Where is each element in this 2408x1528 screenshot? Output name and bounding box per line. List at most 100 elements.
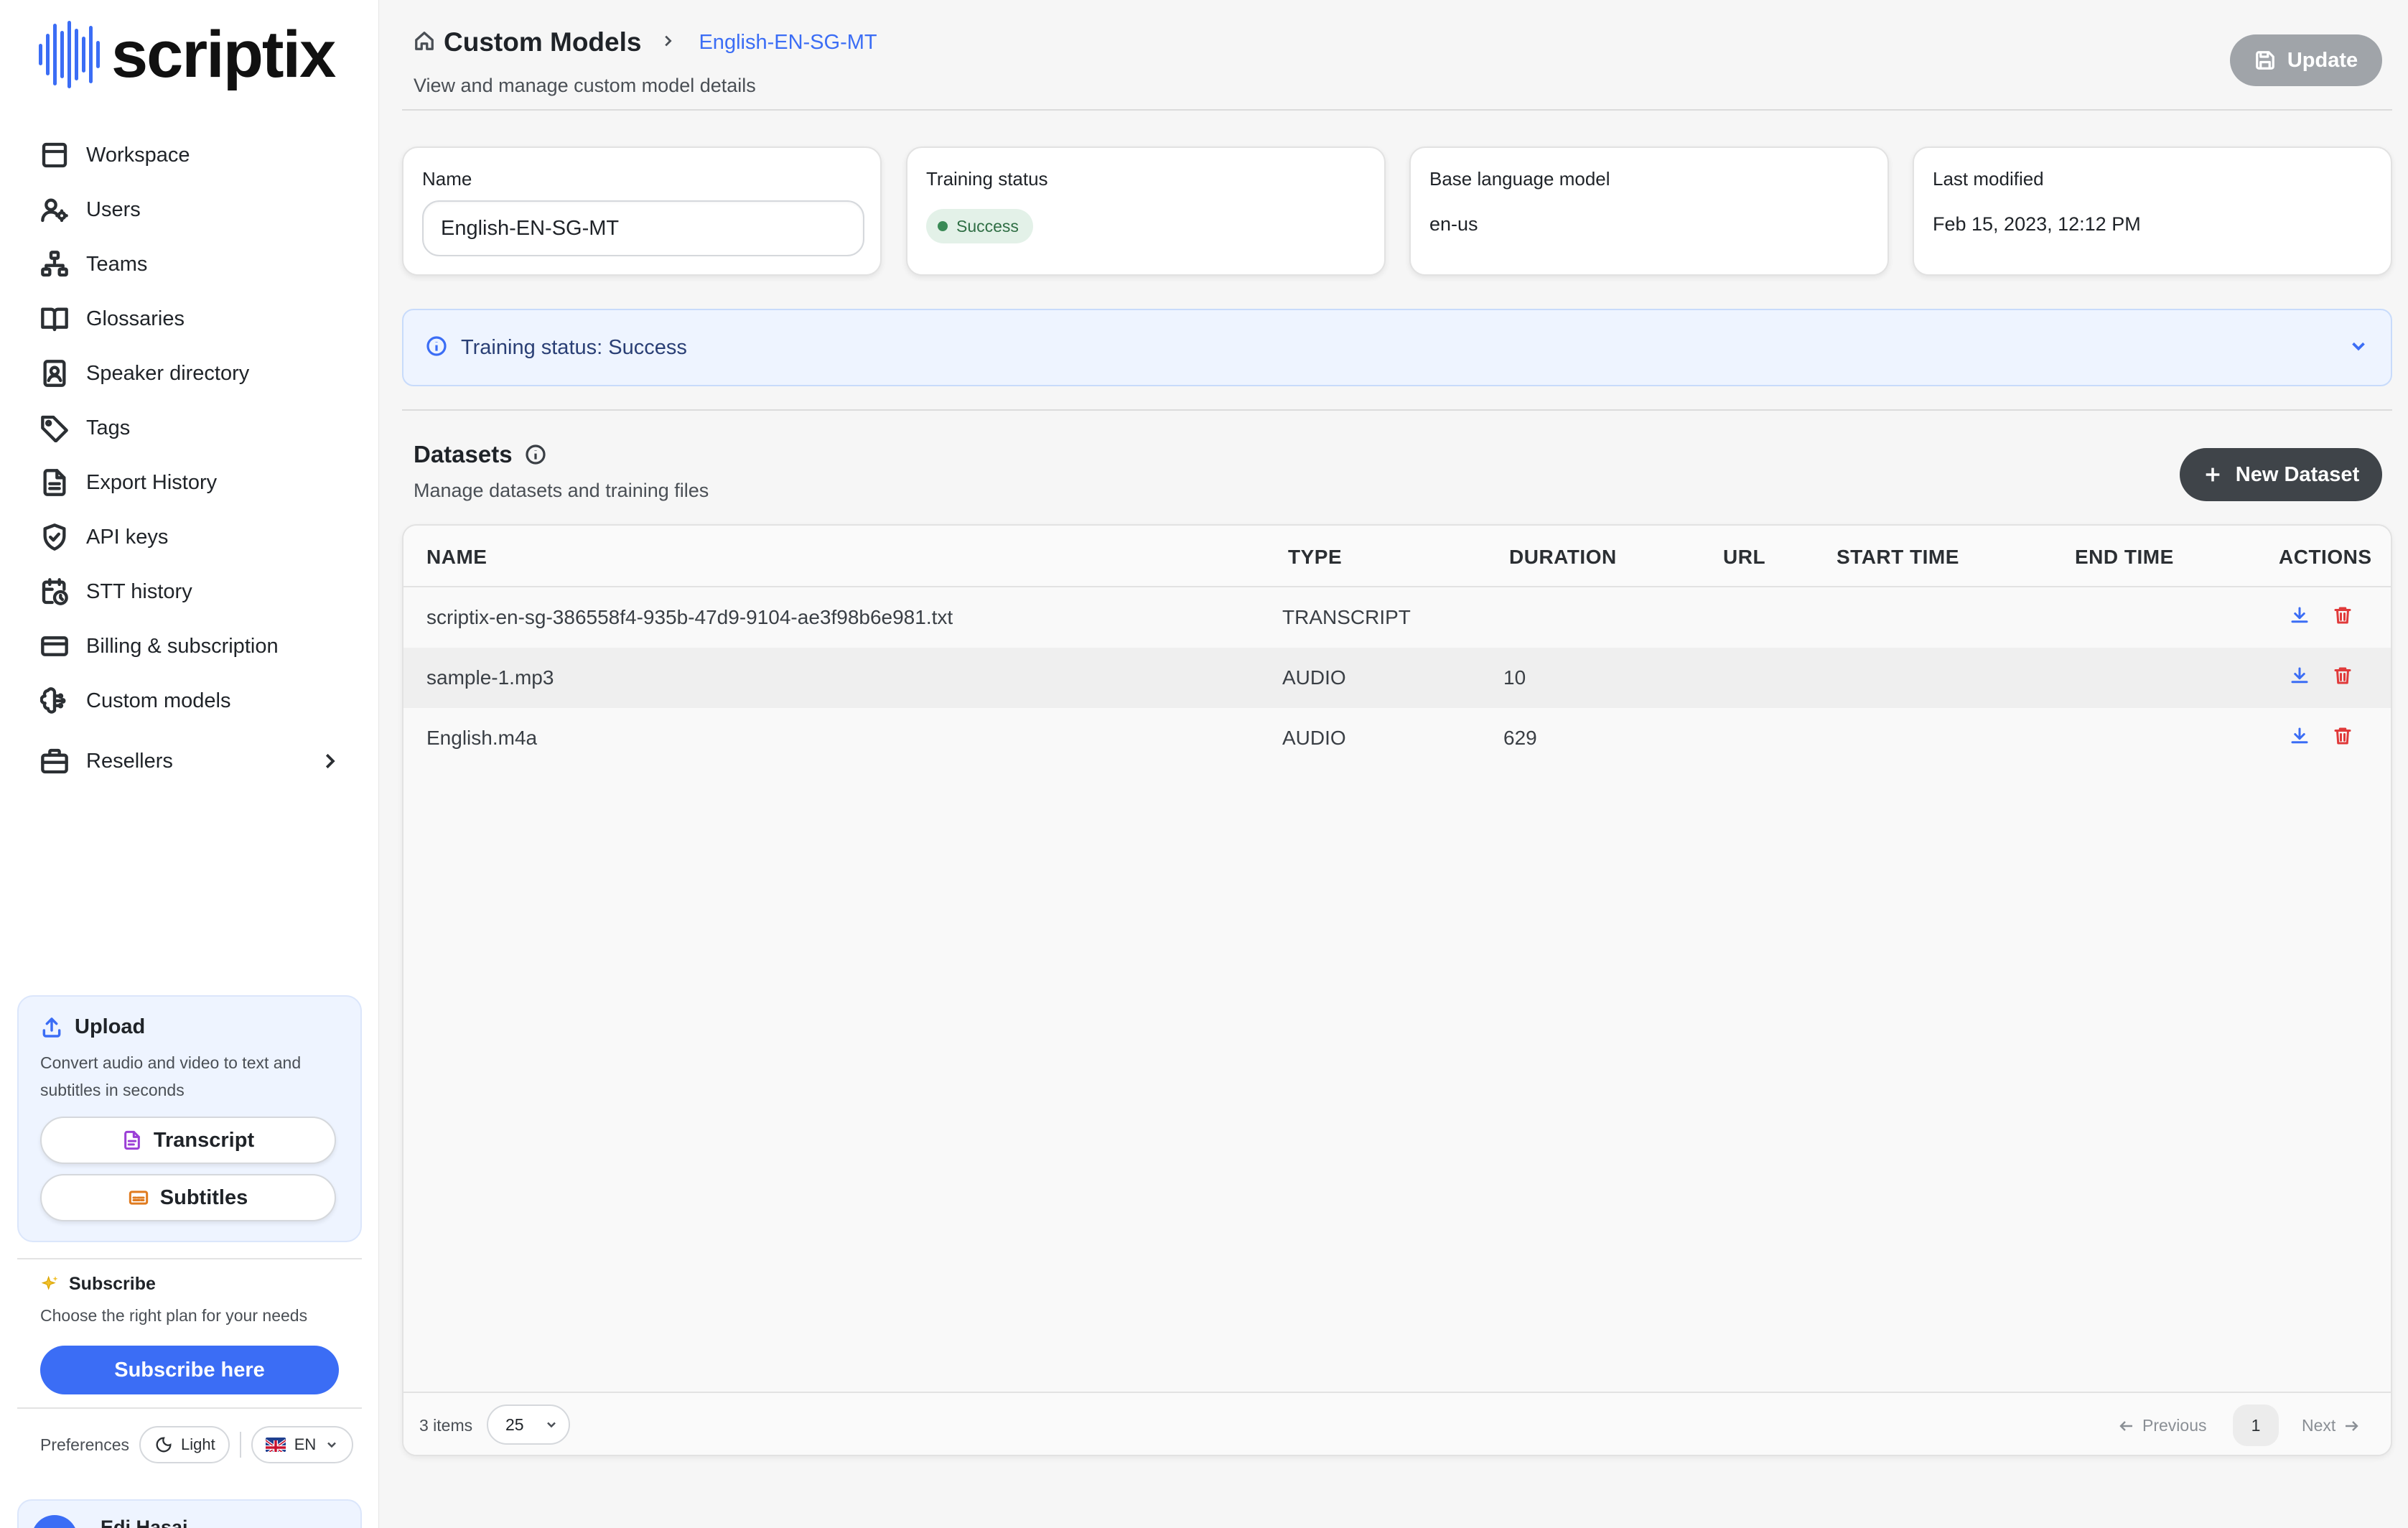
user-name: Edi Hasai: [101, 1517, 188, 1528]
sidebar-item-label: API keys: [86, 525, 169, 549]
new-dataset-label: New Dataset: [2235, 462, 2360, 486]
subtitles-label: Subtitles: [159, 1185, 248, 1209]
datasets-table: NAME TYPE DURATION URL START TIME END TI…: [402, 524, 2392, 1456]
training-status-label: Training status: [926, 168, 1048, 190]
arrow-right-icon: [2346, 1420, 2358, 1431]
sidebar-item-billing[interactable]: Billing & subscription: [39, 619, 340, 674]
contact-book-icon: [39, 358, 70, 389]
next-page-button[interactable]: Next: [2302, 1416, 2360, 1435]
trash-icon[interactable]: [2332, 605, 2353, 626]
column-header-name[interactable]: NAME: [426, 546, 487, 569]
page-size-select[interactable]: 25: [487, 1404, 570, 1445]
column-header-type[interactable]: TYPE: [1288, 546, 1342, 569]
sidebar-item-label: Speaker directory: [86, 361, 250, 385]
sidebar-item-api-keys[interactable]: API keys: [39, 510, 340, 564]
info-icon[interactable]: [524, 443, 547, 466]
language-select[interactable]: EN: [251, 1426, 354, 1463]
last-modified-card: Last modified Feb 15, 2023, 12:12 PM: [1913, 146, 2392, 276]
table-row[interactable]: English.m4a AUDIO 629: [403, 708, 2391, 768]
info-icon: [425, 335, 448, 361]
table-row[interactable]: sample-1.mp3 AUDIO 10: [403, 648, 2391, 708]
sidebar-item-export-history[interactable]: Export History: [39, 455, 340, 510]
base-language-model-label: Base language model: [1429, 168, 1610, 190]
scriptix-logo[interactable]: scriptix: [39, 18, 336, 91]
preferences-label: Preferences: [40, 1435, 130, 1454]
subscribe-section: Subscribe Choose the right plan for your…: [40, 1274, 342, 1394]
status-dot: [938, 221, 948, 231]
page-header: Custom Models English-EN-SG-MT View and …: [414, 27, 877, 97]
sidebar-item-users[interactable]: Users: [39, 182, 340, 237]
subscribe-description: Choose the right plan for your needs: [40, 1306, 308, 1325]
chevron-down-icon[interactable]: [2348, 335, 2369, 360]
sidebar-item-tags[interactable]: Tags: [39, 401, 340, 455]
sidebar-item-label: Tags: [86, 416, 131, 439]
avatar: [32, 1515, 78, 1528]
download-icon[interactable]: [2289, 605, 2310, 626]
table-header: NAME TYPE DURATION URL START TIME END TI…: [403, 526, 2391, 587]
sidebar-item-label: Teams: [86, 252, 148, 276]
previous-label: Previous: [2142, 1416, 2207, 1435]
file-text-icon: [124, 1130, 140, 1150]
name-input[interactable]: [422, 200, 864, 256]
datasets-title: Datasets: [414, 441, 513, 467]
download-icon[interactable]: [2289, 725, 2310, 747]
page-title[interactable]: Custom Models: [444, 27, 641, 57]
download-icon[interactable]: [2289, 665, 2310, 686]
sidebar-divider: [17, 1407, 362, 1409]
sidebar-item-custom-models[interactable]: Custom models: [39, 674, 340, 728]
home-icon[interactable]: [414, 30, 435, 55]
column-header-end-time[interactable]: END TIME: [2075, 546, 2174, 569]
chevron-down-icon: [327, 1442, 337, 1448]
sidebar-item-teams[interactable]: Teams: [39, 237, 340, 292]
sidebar-item-label: Resellers: [86, 749, 173, 773]
cell-name: English.m4a: [426, 727, 538, 749]
logo-text: scriptix: [111, 18, 336, 91]
previous-page-button[interactable]: Previous: [2118, 1416, 2206, 1435]
sidebar-item-resellers[interactable]: Resellers: [39, 734, 340, 788]
sidebar-item-speaker-directory[interactable]: Speaker directory: [39, 346, 340, 401]
cell-type: TRANSCRIPT: [1282, 606, 1411, 628]
datasets-subtitle: Manage datasets and training files: [414, 480, 709, 501]
update-label: Update: [2287, 48, 2358, 72]
theme-label: Light: [181, 1435, 215, 1453]
page-number-button[interactable]: 1: [2233, 1404, 2279, 1446]
column-header-url[interactable]: URL: [1723, 546, 1765, 569]
subtitles-button[interactable]: Subtitles: [40, 1174, 336, 1221]
last-modified-label: Last modified: [1933, 168, 2044, 190]
name-card: Name: [402, 146, 882, 276]
user-card[interactable]: Edi Hasai: [17, 1499, 362, 1528]
upload-card: Upload Convert audio and video to text a…: [17, 995, 362, 1242]
table-row[interactable]: scriptix-en-sg-386558f4-935b-47d9-9104-a…: [403, 587, 2391, 648]
sidebar-item-label: STT history: [86, 579, 192, 603]
briefcase-icon: [39, 745, 70, 777]
users-gear-icon: [39, 194, 70, 225]
sidebar-item-stt-history[interactable]: STT history: [39, 564, 340, 619]
chevron-down-icon: [547, 1422, 556, 1428]
training-status-banner[interactable]: Training status: Success: [402, 309, 2392, 386]
sidebar-item-glossaries[interactable]: Glossaries: [39, 292, 340, 346]
breadcrumb-current[interactable]: English-EN-SG-MT: [699, 31, 877, 55]
update-button[interactable]: Update: [2230, 34, 2382, 86]
trash-icon[interactable]: [2332, 665, 2353, 686]
transcript-button[interactable]: Transcript: [40, 1117, 336, 1164]
transcript-label: Transcript: [153, 1128, 255, 1152]
sidebar-item-workspace[interactable]: Workspace: [39, 128, 340, 182]
training-status-card: Training status Success: [906, 146, 1386, 276]
status-badge: Success: [926, 209, 1033, 243]
new-dataset-button[interactable]: New Dataset: [2180, 448, 2382, 501]
sparkles-icon: [41, 1275, 58, 1290]
base-language-model-card: Base language model en-us: [1409, 146, 1889, 276]
column-header-start-time[interactable]: START TIME: [1837, 546, 1959, 569]
next-label: Next: [2302, 1416, 2336, 1435]
sidebar-item-label: Glossaries: [86, 307, 185, 330]
base-language-model-value: en-us: [1429, 213, 1478, 235]
subtitles-icon: [129, 1191, 148, 1205]
items-count: 3 items: [419, 1416, 473, 1435]
org-chart-icon: [39, 248, 70, 280]
trash-icon[interactable]: [2332, 725, 2353, 747]
theme-toggle[interactable]: Light: [139, 1426, 230, 1463]
cell-type: AUDIO: [1282, 666, 1346, 689]
subscribe-button[interactable]: Subscribe here: [40, 1346, 339, 1394]
arrow-left-icon: [2119, 1420, 2132, 1431]
column-header-duration[interactable]: DURATION: [1509, 546, 1617, 569]
